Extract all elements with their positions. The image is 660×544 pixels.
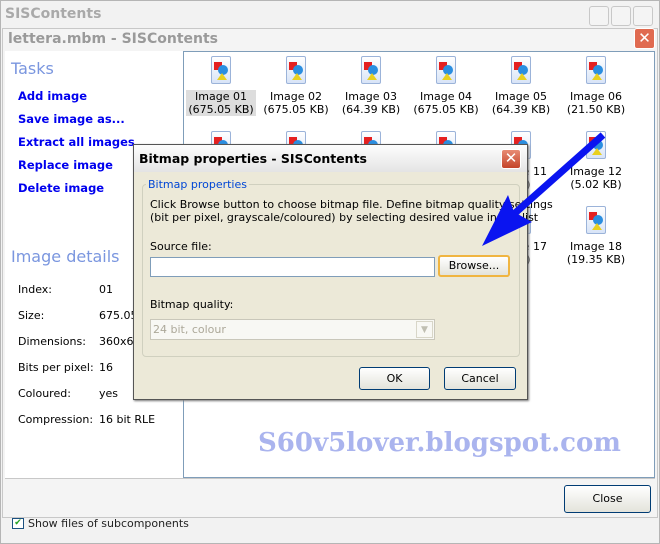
arrow-shaft xyxy=(502,132,606,225)
annotation-arrow xyxy=(482,132,606,246)
